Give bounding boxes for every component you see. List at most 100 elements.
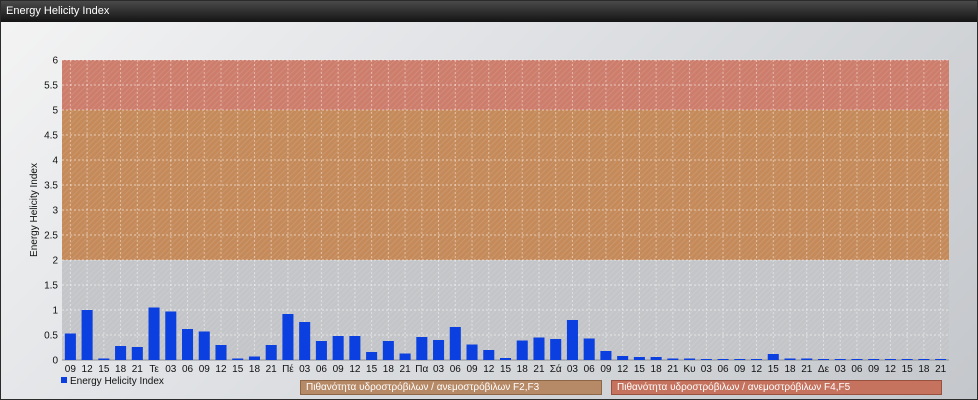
- y-tick-label: 5: [52, 106, 58, 117]
- x-tick-label: 15: [768, 364, 780, 375]
- x-tick-label: 12: [349, 364, 361, 375]
- x-tick-label: Πα: [415, 364, 428, 375]
- bar: [182, 329, 194, 360]
- bar: [165, 311, 177, 360]
- x-tick-label: 15: [500, 364, 512, 375]
- legend-band-f4f5: Πιθανότητα υδροστρόβιλων / ανεμοστρόβιλω…: [611, 380, 942, 395]
- x-tick-label: 15: [902, 364, 914, 375]
- bar: [717, 359, 729, 360]
- x-tick-label: 18: [651, 364, 663, 375]
- x-tick-label: 12: [885, 364, 897, 375]
- bar: [533, 337, 545, 360]
- bar: [617, 356, 629, 360]
- x-tick-label: Κυ: [684, 364, 696, 375]
- x-tick-label: 21: [400, 364, 412, 375]
- bar: [650, 357, 662, 360]
- x-tick-label: 09: [65, 364, 77, 375]
- x-tick-label: 03: [433, 364, 445, 375]
- x-tick-label: 18: [517, 364, 529, 375]
- bar: [282, 314, 294, 360]
- x-tick-label: 09: [600, 364, 612, 375]
- bar: [449, 327, 461, 360]
- bar: [466, 344, 478, 360]
- x-tick-label: 21: [266, 364, 278, 375]
- bar: [868, 359, 880, 360]
- bar: [131, 347, 143, 360]
- bar: [81, 310, 93, 360]
- legend-series-item: Energy Helicity Index: [61, 376, 164, 389]
- bar: [433, 340, 445, 360]
- y-tick-label: 4: [52, 156, 58, 167]
- x-tick-label: 21: [667, 364, 679, 375]
- y-tick-label: 3: [52, 206, 58, 217]
- x-tick-label: 06: [316, 364, 328, 375]
- bar: [784, 358, 796, 360]
- x-tick-label: 03: [701, 364, 713, 375]
- bar: [198, 331, 210, 360]
- x-tick-label: 09: [199, 364, 211, 375]
- x-tick-label: 15: [98, 364, 110, 375]
- bar: [349, 336, 361, 360]
- bar: [366, 352, 378, 360]
- bar: [851, 359, 863, 360]
- bar: [332, 336, 344, 360]
- x-tick-label: 15: [634, 364, 646, 375]
- x-tick-label: 09: [734, 364, 746, 375]
- x-tick-label: 09: [466, 364, 478, 375]
- x-tick-label: 12: [215, 364, 227, 375]
- bar: [382, 341, 394, 360]
- bar: [248, 356, 260, 360]
- x-tick-label: 18: [918, 364, 930, 375]
- bar: [299, 322, 311, 360]
- x-tick-label: 06: [450, 364, 462, 375]
- x-tick-label: 12: [751, 364, 763, 375]
- x-tick-label: 03: [835, 364, 847, 375]
- bar: [633, 357, 645, 360]
- x-tick-label: 03: [299, 364, 311, 375]
- y-tick-label: 0.5: [44, 331, 58, 342]
- bar: [834, 359, 846, 360]
- legend-series-swatch: [61, 377, 67, 383]
- bar: [265, 345, 277, 360]
- x-tick-label: 21: [533, 364, 545, 375]
- x-tick-label: 15: [232, 364, 244, 375]
- y-tick-label: 5.5: [44, 81, 58, 92]
- x-tick-label: Πέ: [282, 363, 294, 375]
- bar: [566, 320, 578, 360]
- x-tick-label: 12: [617, 364, 629, 375]
- bar: [767, 354, 779, 360]
- bar: [516, 340, 528, 360]
- x-tick-label: 18: [784, 364, 796, 375]
- bar: [64, 333, 76, 360]
- bar: [667, 358, 679, 360]
- bar: [416, 337, 428, 360]
- y-tick-label: 6: [52, 56, 58, 67]
- x-tick-label: Σά: [550, 363, 562, 375]
- bar: [751, 359, 763, 360]
- bar: [215, 345, 227, 360]
- bar: [600, 351, 612, 360]
- legend-series-label: Energy Helicity Index: [70, 376, 164, 387]
- bar: [550, 339, 562, 360]
- bar: [399, 353, 411, 360]
- x-tick-label: 09: [333, 364, 345, 375]
- legend-band-f2f3: Πιθανότητα υδροστρόβιλων / ανεμοστρόβιλω…: [300, 380, 602, 395]
- bar: [583, 338, 595, 360]
- x-tick-label: 06: [584, 364, 596, 375]
- bar: [115, 346, 127, 360]
- bar: [817, 359, 830, 360]
- x-tick-label: 21: [801, 364, 813, 375]
- bar: [734, 359, 746, 360]
- x-tick-label: 06: [718, 364, 730, 375]
- x-tick-label: Τε: [149, 364, 159, 375]
- y-tick-label: 1.5: [44, 281, 58, 292]
- x-tick-label: 09: [868, 364, 880, 375]
- bar: [700, 359, 712, 360]
- x-tick-label: 18: [383, 364, 395, 375]
- bar: [499, 358, 512, 360]
- x-tick-label: 06: [851, 364, 863, 375]
- bar: [483, 350, 495, 360]
- x-tick-label: 03: [165, 364, 177, 375]
- y-tick-label: 0: [52, 356, 58, 367]
- x-tick-label: 21: [935, 364, 947, 375]
